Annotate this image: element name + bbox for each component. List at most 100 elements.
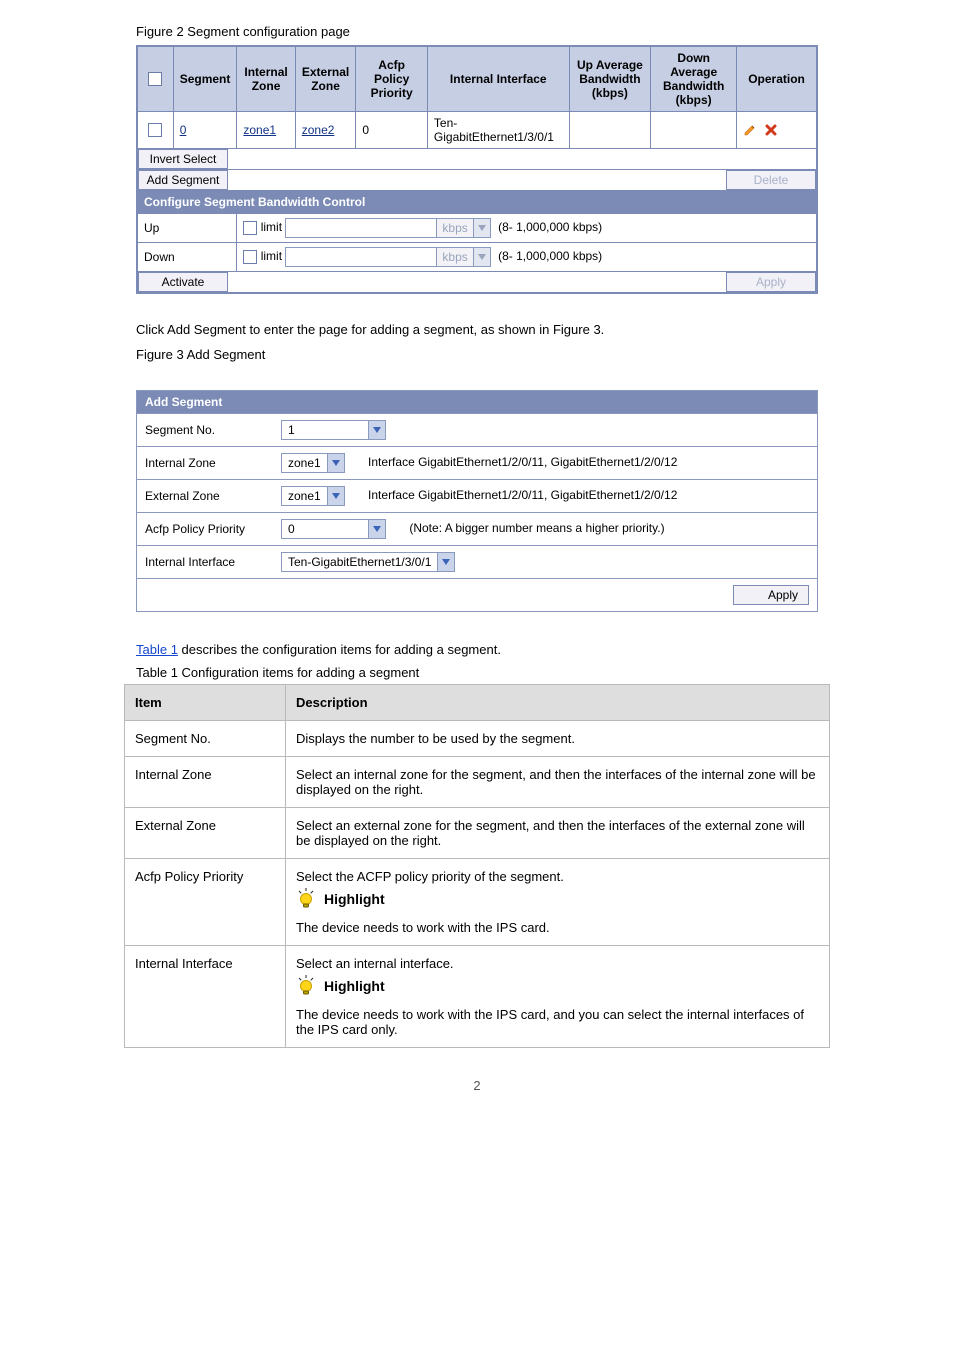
up-limit-checkbox[interactable]: [243, 221, 257, 235]
internal-interface-select[interactable]: Ten-GigabitEthernet1/3/0/1: [281, 552, 455, 572]
row-ezone-link[interactable]: zone2: [302, 123, 335, 137]
chevron-down-icon: [368, 520, 385, 538]
down-range-text: (8- 1,000,000 kbps): [498, 249, 602, 263]
figure2-caption: Figure 2 Segment configuration page: [136, 24, 954, 39]
up-limit-input[interactable]: [285, 218, 437, 238]
row-operation-cell: [737, 112, 817, 149]
config-items-table: Item Description Segment No. Displays th…: [124, 684, 830, 1048]
segment-no-select[interactable]: 1: [281, 420, 386, 440]
header-checkbox[interactable]: [148, 72, 162, 86]
figure3-lead-text: Click Add Segment to enter the page for …: [136, 322, 818, 337]
external-zone-interfaces: Interface GigabitEthernet1/2/0/11, Gigab…: [368, 488, 677, 502]
col-internal-zone: Internal Zone: [237, 47, 295, 112]
desc-internal-interface-text: Select an internal interface.: [296, 956, 819, 971]
chevron-down-icon: [368, 421, 385, 439]
chevron-down-icon: [327, 454, 344, 472]
highlight-label: Highlight: [324, 978, 385, 994]
col-segment: Segment: [173, 47, 237, 112]
up-limit-row: Up limit kbps (8- 1,000,000 kbps): [138, 214, 817, 243]
external-zone-select[interactable]: zone1: [281, 486, 345, 506]
add-segment-panel: Add Segment Segment No. 1 Internal Zone …: [136, 390, 818, 612]
table1-caption: Table 1 Configuration items for adding a…: [136, 665, 818, 680]
row-acfp: 0: [356, 112, 428, 149]
apply-button[interactable]: Apply: [726, 272, 816, 292]
th-description: Description: [286, 685, 830, 721]
page-number: 2: [0, 1078, 954, 1093]
desc-acfp-priority: Select the ACFP policy priority of the s…: [286, 859, 830, 946]
row-iif: Ten-GigabitEthernet1/3/0/1: [427, 112, 569, 149]
segment-no-value: 1: [282, 421, 368, 439]
add-segment-header: Add Segment: [137, 391, 817, 413]
external-zone-value: zone1: [282, 487, 327, 505]
table1-intro-suffix: describes the configuration items for ad…: [178, 642, 501, 657]
th-item: Item: [125, 685, 286, 721]
up-unit-dropdown-icon[interactable]: [474, 218, 491, 238]
desc-internal-interface-highlight: The device needs to work with the IPS ca…: [296, 1007, 819, 1037]
delete-button[interactable]: Delete: [726, 170, 816, 190]
item-acfp-priority: Acfp Policy Priority: [125, 859, 286, 946]
down-label: Down: [138, 243, 237, 272]
table-header-row: Segment Internal Zone External Zone Acfp…: [138, 47, 817, 112]
segment-config-panel: Segment Internal Zone External Zone Acfp…: [136, 45, 818, 294]
row-segment-link[interactable]: 0: [180, 123, 187, 137]
down-limit-input[interactable]: [285, 247, 437, 267]
col-internal-if: Internal Interface: [427, 47, 569, 112]
internal-interface-value: Ten-GigabitEthernet1/3/0/1: [282, 553, 437, 571]
configure-bw-header: Configure Segment Bandwidth Control: [138, 191, 817, 214]
invert-select-button[interactable]: Invert Select: [138, 149, 228, 169]
row-checkbox[interactable]: [148, 123, 162, 137]
internal-interface-label: Internal Interface: [137, 546, 273, 579]
item-segment-no: Segment No.: [125, 721, 286, 757]
table1-intro: Table 1 describes the configuration item…: [136, 642, 818, 657]
activate-button[interactable]: Activate: [138, 272, 228, 292]
highlight-label: Highlight: [324, 891, 385, 907]
chevron-down-icon: [327, 487, 344, 505]
delete-icon[interactable]: [764, 123, 778, 137]
row-dnbw: [651, 112, 737, 149]
internal-zone-select[interactable]: zone1: [281, 453, 345, 473]
figure3-caption: Figure 3 Add Segment: [136, 347, 954, 362]
down-unit-dropdown-icon[interactable]: [474, 247, 491, 267]
desc-internal-zone: Select an internal zone for the segment,…: [286, 757, 830, 808]
up-range-text: (8- 1,000,000 kbps): [498, 220, 602, 234]
up-limit-label: limit: [261, 220, 282, 234]
desc-acfp-priority-text: Select the ACFP policy priority of the s…: [296, 869, 819, 884]
desc-segment-no: Displays the number to be used by the se…: [286, 721, 830, 757]
acfp-priority-select[interactable]: 0: [281, 519, 386, 539]
internal-zone-interfaces: Interface GigabitEthernet1/2/0/11, Gigab…: [368, 455, 677, 469]
down-limit-row: Down limit kbps (8- 1,000,000 kbps): [138, 243, 817, 272]
down-kbps-unit: kbps: [437, 247, 473, 267]
col-operation: Operation: [737, 47, 817, 112]
table1-link[interactable]: Table 1: [136, 642, 178, 657]
up-label: Up: [138, 214, 237, 243]
down-limit-label: limit: [261, 249, 282, 263]
desc-internal-interface: Select an internal interface. Highlight: [286, 946, 830, 1048]
row-izone-link[interactable]: zone1: [243, 123, 276, 137]
add-segment-apply-button[interactable]: Apply: [733, 585, 809, 605]
acfp-priority-label: Acfp Policy Priority: [137, 513, 273, 546]
acfp-priority-note: (Note: A bigger number means a higher pr…: [409, 521, 664, 535]
acfp-priority-value: 0: [282, 520, 368, 538]
internal-zone-label: Internal Zone: [137, 447, 273, 480]
col-up-bw: Up Average Bandwidth (kbps): [569, 47, 651, 112]
col-down-bw: Down Average Bandwidth (kbps): [651, 47, 737, 112]
item-external-zone: External Zone: [125, 808, 286, 859]
table-row: 0 zone1 zone2 0 Ten-GigabitEthernet1/3/0…: [138, 112, 817, 149]
external-zone-label: External Zone: [137, 480, 273, 513]
add-segment-button[interactable]: Add Segment: [138, 170, 228, 190]
highlight-icon: [296, 888, 316, 910]
down-limit-checkbox[interactable]: [243, 250, 257, 264]
edit-icon[interactable]: [743, 123, 757, 137]
highlight-icon: [296, 975, 316, 997]
col-external-zone: External Zone: [295, 47, 356, 112]
col-acfp: Acfp Policy Priority: [356, 47, 428, 112]
segment-no-label: Segment No.: [137, 414, 273, 447]
desc-external-zone: Select an external zone for the segment,…: [286, 808, 830, 859]
internal-zone-value: zone1: [282, 454, 327, 472]
item-internal-interface: Internal Interface: [125, 946, 286, 1048]
row-upbw: [569, 112, 651, 149]
up-kbps-unit: kbps: [437, 218, 473, 238]
item-internal-zone: Internal Zone: [125, 757, 286, 808]
desc-acfp-priority-highlight: The device needs to work with the IPS ca…: [296, 920, 819, 935]
chevron-down-icon: [437, 553, 454, 571]
